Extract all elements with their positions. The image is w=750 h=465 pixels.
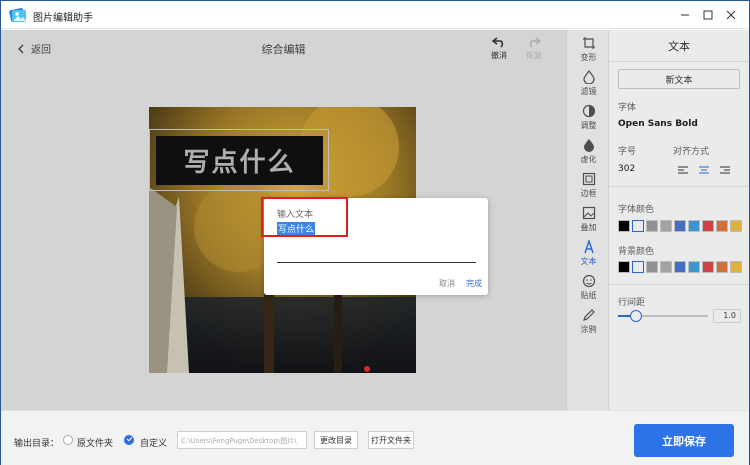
save-now-button[interactable]: 立即保存 — [634, 424, 734, 457]
title-bar: 图片编辑助手 — [1, 1, 749, 29]
dialog-cancel-button[interactable]: 取消 — [439, 278, 455, 289]
radio-custom-folder[interactable] — [124, 435, 134, 445]
radio-original-label: 原文件夹 — [77, 439, 114, 449]
open-folder-button[interactable]: 打开文件夹 — [368, 431, 414, 449]
radio-custom-label: 自定义 — [140, 439, 168, 449]
input-underline — [277, 262, 476, 263]
minimize-button[interactable] — [675, 5, 695, 25]
radio-original-folder[interactable] — [63, 435, 73, 445]
output-dir-label: 输出目录： — [14, 439, 60, 449]
app-title: 图片编辑助手 — [33, 13, 93, 24]
annotation-highlight-box — [261, 197, 348, 237]
bottom-bar: 输出目录： 原文件夹 自定义 C:\Users\FengPuge\Desktop… — [1, 410, 749, 465]
maximize-icon — [703, 10, 713, 20]
close-button[interactable] — [721, 5, 741, 25]
app-window: 图片编辑助手 返回 综合编辑 撤消 恢复 写点什么 变形 滤镜 调整 虚化 边框… — [0, 0, 750, 465]
app-logo-icon — [9, 8, 26, 22]
close-icon — [726, 10, 736, 20]
output-path-input[interactable]: C:\Users\FengPuge\Desktop\图片\ — [177, 431, 307, 449]
change-dir-button[interactable]: 更改目录 — [314, 431, 358, 449]
maximize-button[interactable] — [698, 5, 718, 25]
dialog-done-button[interactable]: 完成 — [466, 278, 482, 289]
minimize-icon — [681, 14, 689, 16]
